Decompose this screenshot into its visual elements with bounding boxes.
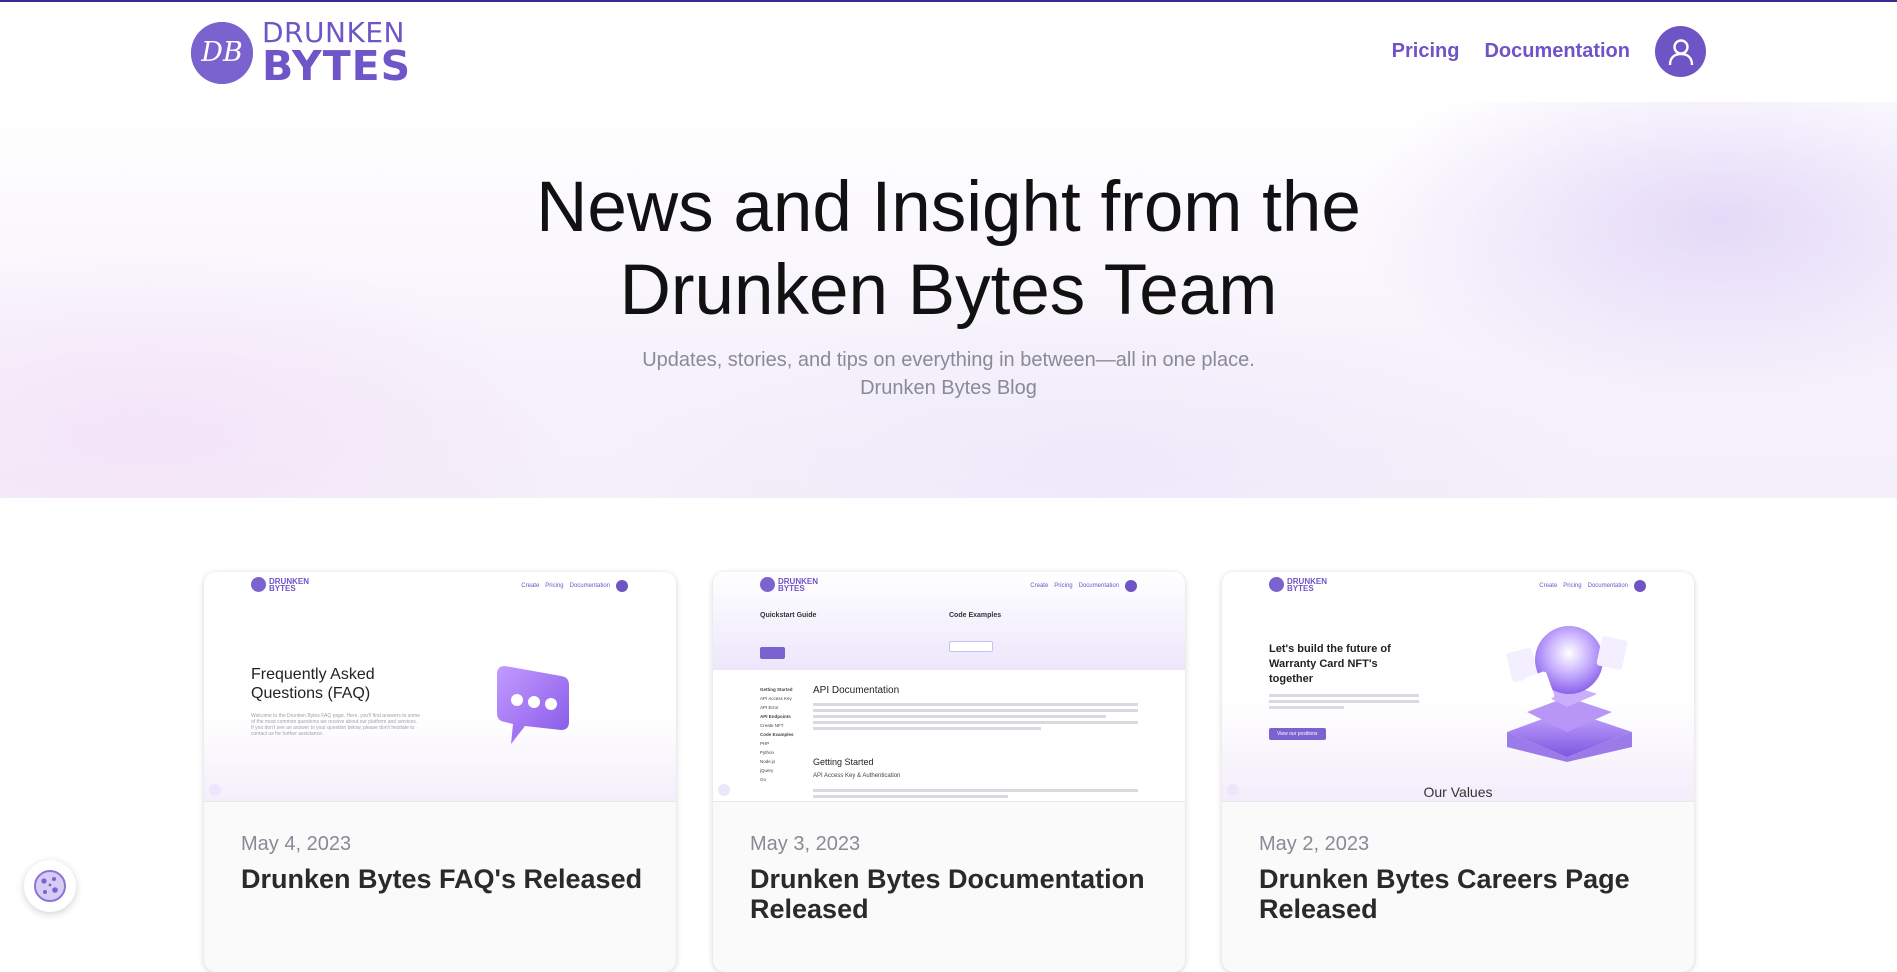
logo-line-2: BYTES [262,41,412,90]
title-line-2: Drunken Bytes Team [619,251,1278,330]
post-date: May 2, 2023 [1259,833,1370,855]
thumbnail-links: Create Pricing Documentation [515,580,628,592]
blog-post-list: DRUNKEN BYTES Create Pricing Documentation … [204,572,1696,972]
thumbnail-logo: DRUNKEN BYTES [760,577,818,592]
user-icon [1668,38,1693,65]
brand-logo[interactable]: DB DRUNKEN BYTES [191,19,412,90]
main-nav: Pricing Documentation [1392,26,1706,77]
subtitle-text: Updates, stories, and tips on everything… [642,349,1255,371]
thumbnail-heading: Let's build the future of Warranty Card … [1269,643,1391,685]
thumbnail-links: Create Pricing Documentation [1533,580,1646,592]
thumbnail-sidebar: Getting Started API Access Key API Error… [760,687,794,782]
thumbnail-nav: DRUNKEN BYTES Create Pricing Documentation [1222,572,1694,598]
page-title: News and Insight from the Drunken Bytes … [0,166,1897,332]
thumbnail-values: Our Values [1423,784,1493,800]
thumbnail-logo: DRUNKEN BYTES [1269,577,1327,592]
thumbnail-auth: API Access Key & Authentication [813,773,901,779]
thumbnail-logo: DRUNKEN BYTES [251,577,309,592]
card-thumbnail: DRUNKEN BYTES Create Pricing Documentation … [204,572,676,802]
thumbnail-nav: DRUNKEN BYTES Create Pricing Documentation [713,572,1185,598]
thumbnail-code-examples: Code Examples [949,612,1002,619]
thumbnail-heading: API Documentation [813,685,900,696]
logo-badge: DB [191,21,253,84]
nav-pricing[interactable]: Pricing [1392,40,1460,63]
thumbnail-button: View our positions [1269,728,1326,740]
card-thumbnail: DRUNKEN BYTES Create Pricing Documentation … [1222,572,1694,802]
logo-wordmark: DRUNKEN BYTES [262,19,412,90]
thumbnail-nav: DRUNKEN BYTES Create Pricing Documentation [204,572,676,598]
hero-subtitle: Updates, stories, and tips on everything… [0,346,1897,402]
thumbnail-heading: Frequently Asked Questions (FAQ) [251,666,375,702]
nft-pedestal-illustration [1506,626,1632,762]
post-date: May 3, 2023 [750,833,861,855]
account-button[interactable] [1655,26,1706,77]
post-title[interactable]: Drunken Bytes FAQ's Released [241,864,651,894]
post-date: May 4, 2023 [241,833,352,855]
card-thumbnail: DRUNKEN BYTES Create Pricing Documentation … [713,572,1185,802]
cookie-settings-button[interactable] [24,860,76,912]
site-header: DB DRUNKEN BYTES Pricing Documentation [0,2,1897,102]
hero-section: News and Insight from the Drunken Bytes … [0,102,1897,498]
title-line-1: News and Insight from the [536,168,1361,247]
thumbnail-links: Create Pricing Documentation [1024,580,1137,592]
thumbnail-body: Welcome to the Drunken Bytes FAQ page. H… [251,713,420,737]
chat-bubble-icon [497,666,569,744]
blog-card-documentation[interactable]: DRUNKEN BYTES Create Pricing Documentation … [713,572,1185,972]
post-title[interactable]: Drunken Bytes Documentation Released [750,864,1160,924]
blog-card-careers[interactable]: DRUNKEN BYTES Create Pricing Documentation … [1222,572,1694,972]
blog-label: Drunken Bytes Blog [860,377,1037,399]
thumbnail-quickstart: Quickstart Guide [760,612,817,619]
blog-card-faq[interactable]: DRUNKEN BYTES Create Pricing Documentation … [204,572,676,972]
nav-documentation[interactable]: Documentation [1484,40,1630,63]
post-title[interactable]: Drunken Bytes Careers Page Released [1259,864,1669,924]
cookie-icon [34,870,66,902]
thumbnail-getting-started: Getting Started [813,757,874,767]
